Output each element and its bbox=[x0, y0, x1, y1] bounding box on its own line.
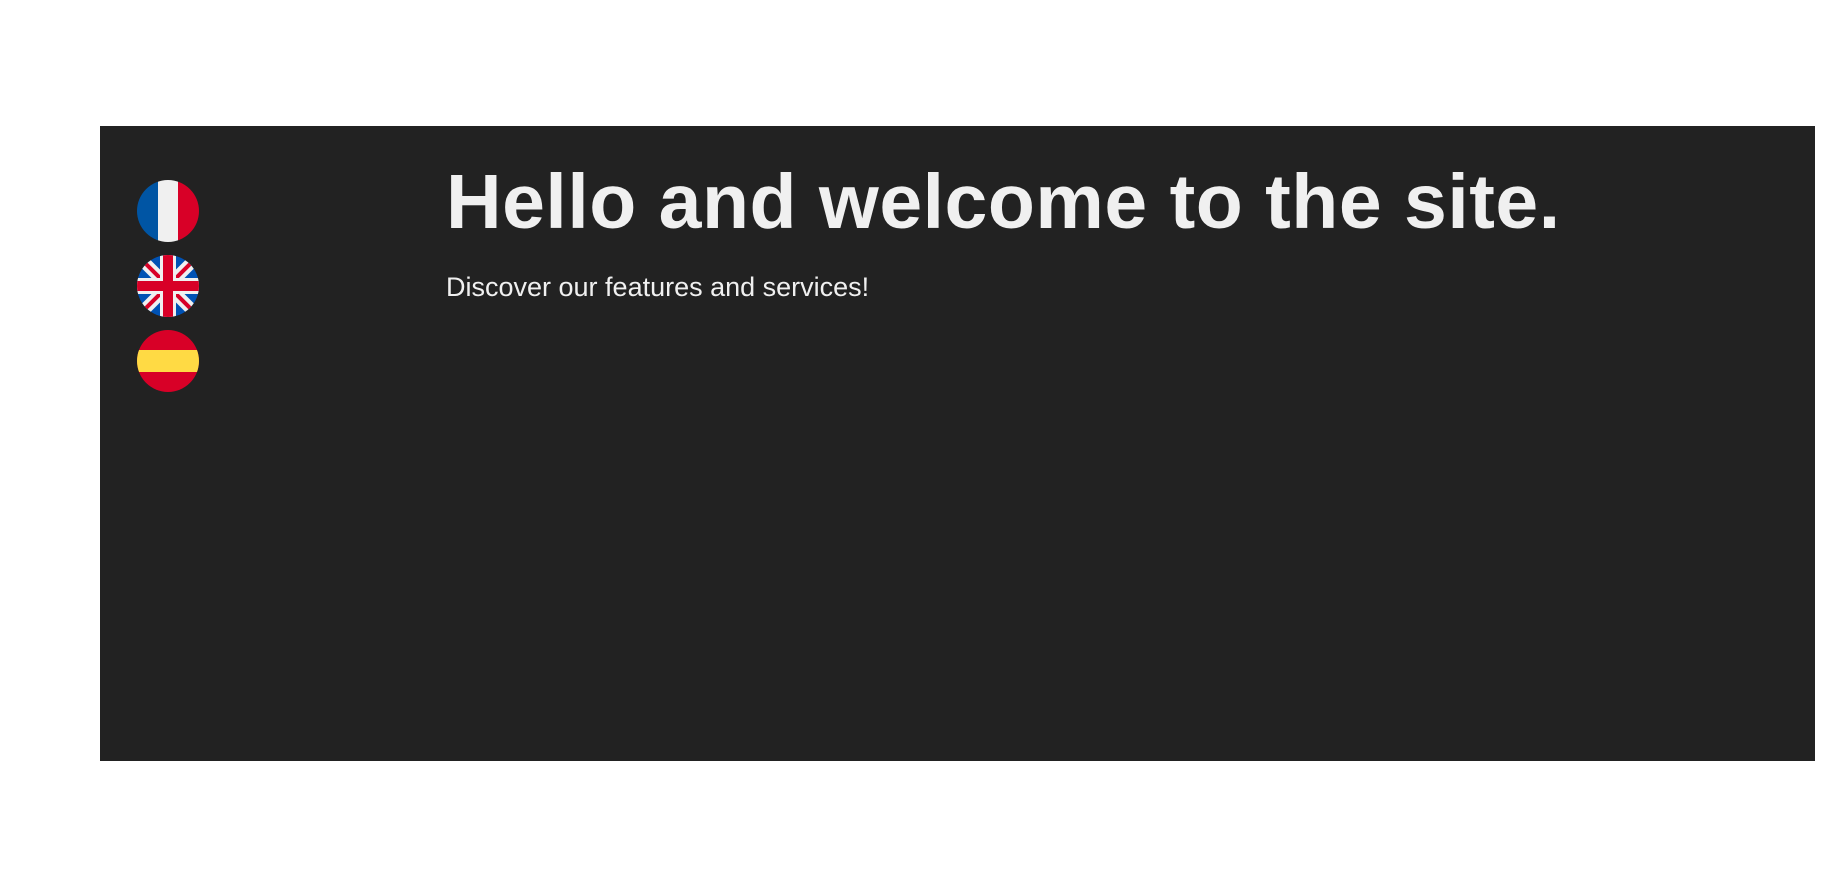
language-option-english[interactable] bbox=[137, 255, 199, 317]
page-subtitle: Discover our features and services! bbox=[446, 271, 870, 302]
page-title: Hello and welcome to the site. bbox=[446, 159, 1561, 245]
hero-content: Hello and welcome to the site. Discover … bbox=[446, 160, 1561, 303]
language-switcher bbox=[137, 180, 199, 392]
spain-flag-icon bbox=[137, 330, 199, 392]
united-kingdom-flag-icon bbox=[137, 255, 199, 317]
language-option-spanish[interactable] bbox=[137, 330, 199, 392]
hero-section: Hello and welcome to the site. Discover … bbox=[100, 126, 1815, 761]
france-flag-icon bbox=[137, 180, 199, 242]
language-option-french[interactable] bbox=[137, 180, 199, 242]
